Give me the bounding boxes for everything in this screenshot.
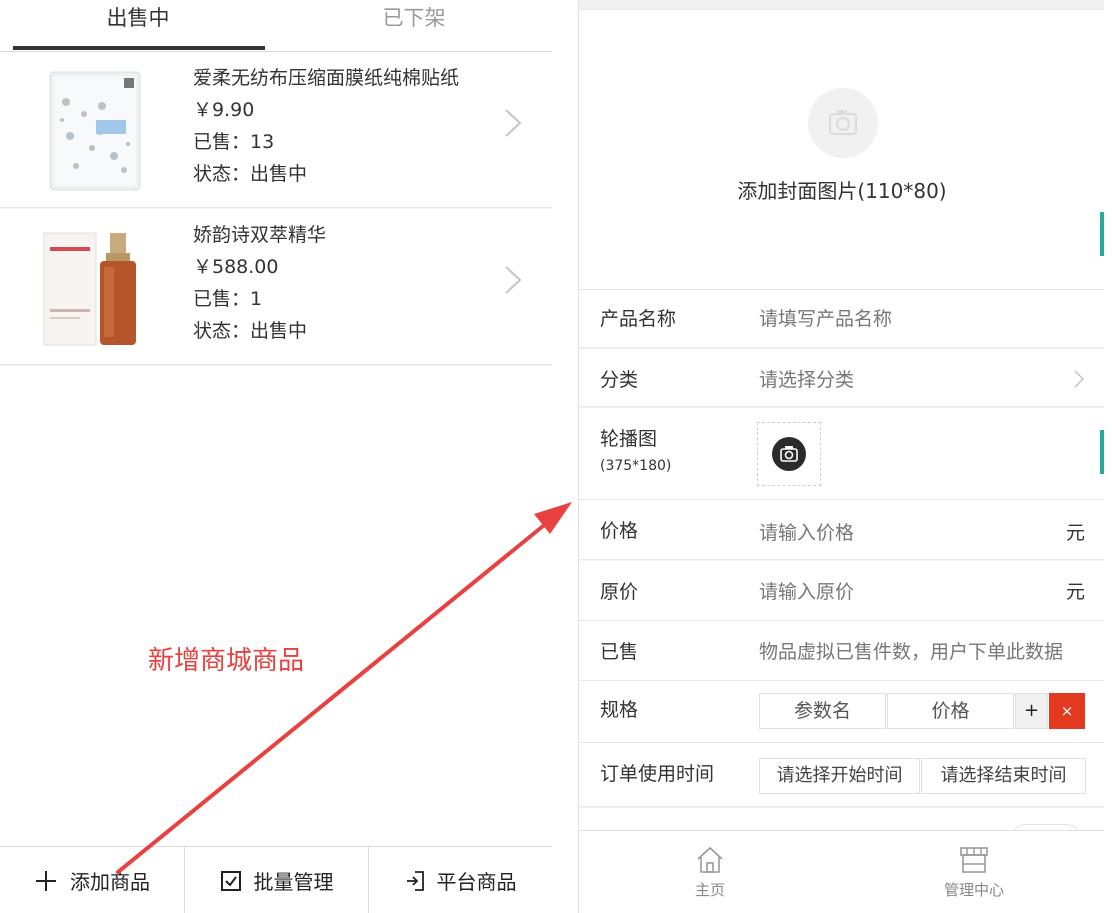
annotation-label: 新增商城商品 <box>148 646 305 676</box>
store-icon <box>960 847 988 873</box>
original-price-row: 原价 请输入原价 元 <box>579 561 1104 621</box>
add-product-form-screen: 添加封面图片(110*80) 产品名称 请填写产品名称 分类 请选择分类 轮播图… <box>578 0 1104 913</box>
product-status: 状态：出售中 <box>193 163 308 185</box>
carousel-upload-button[interactable] <box>757 422 821 486</box>
product-name-label: 产品名称 <box>600 308 677 330</box>
product-price: ￥9.90 <box>193 99 255 121</box>
tab-off-shelf[interactable]: 已下架 <box>276 0 552 50</box>
product-info: 爱柔无纺布压缩面膜纸纯棉贴纸 ￥9.90 已售：13 状态：出售中 <box>193 62 498 190</box>
price-label: 价格 <box>600 520 639 542</box>
carousel-label: 轮播图 <box>600 428 658 450</box>
login-icon <box>406 870 424 891</box>
spec-name-input[interactable]: 参数名 <box>759 693 886 729</box>
product-name-row: 产品名称 请填写产品名称 <box>579 290 1104 348</box>
order-time-row: 订单使用时间 请选择开始时间 请选择结束时间 <box>579 743 1104 807</box>
add-spec-button[interactable]: + <box>1015 693 1048 729</box>
sold-label: 已售 <box>600 641 639 663</box>
product-list-screen: 出售中 已下架 爱柔无纺布压缩面膜纸纯棉贴纸 ￥9.90 已售：13 状态：出售… <box>0 0 552 913</box>
add-product-button[interactable]: 添加商品 <box>0 847 184 913</box>
product-item[interactable]: 娇韵诗双萃精华 ￥588.00 已售：1 状态：出售中 <box>0 209 552 365</box>
spec-label: 规格 <box>600 699 639 721</box>
platform-products-label: 平台商品 <box>436 870 517 894</box>
active-tab-indicator <box>13 46 265 50</box>
chevron-right-icon <box>1074 370 1085 388</box>
edge-marker <box>1100 212 1104 256</box>
edge-marker <box>1100 430 1104 474</box>
order-time-label: 订单使用时间 <box>600 763 715 785</box>
chevron-right-icon <box>505 109 522 137</box>
original-price-input[interactable]: 请输入原价 <box>759 577 854 604</box>
home-tab-label: 主页 <box>694 881 725 899</box>
bottom-tab-bar: 主页 管理中心 <box>579 830 1104 913</box>
cover-camera-placeholder <box>808 88 878 158</box>
product-price: ￥588.00 <box>193 256 279 278</box>
product-thumbnail <box>49 71 141 191</box>
category-select[interactable]: 请选择分类 <box>759 365 854 392</box>
spec-price-input[interactable]: 价格 <box>887 693 1014 729</box>
carousel-row: 轮播图 (375*180) <box>579 408 1104 500</box>
checkbox-icon <box>220 870 241 891</box>
product-sold: 已售：1 <box>193 288 263 310</box>
sold-input[interactable]: 物品虚拟已售件数，用户下单此数据 <box>759 637 1063 664</box>
chevron-right-icon <box>505 266 522 294</box>
carousel-size-hint: (375*180) <box>600 458 672 474</box>
add-product-label: 添加商品 <box>70 870 150 894</box>
end-time-picker[interactable]: 请选择结束时间 <box>921 758 1086 794</box>
original-price-label: 原价 <box>600 581 639 603</box>
camera-icon <box>772 437 806 471</box>
home-icon <box>697 846 723 873</box>
product-sold: 已售：13 <box>193 131 275 153</box>
product-name: 爱柔无纺布压缩面膜纸纯棉贴纸 <box>193 67 460 89</box>
product-status: 状态：出售中 <box>193 320 308 342</box>
management-tab-label: 管理中心 <box>943 881 1004 899</box>
start-time-picker[interactable]: 请选择开始时间 <box>759 758 920 794</box>
cover-image-uploader[interactable]: 添加封面图片(110*80) <box>579 10 1104 290</box>
product-info: 娇韵诗双萃精华 ￥588.00 已售：1 状态：出售中 <box>193 219 498 347</box>
original-price-unit: 元 <box>1065 581 1085 603</box>
remove-spec-button[interactable]: × <box>1049 693 1085 729</box>
price-unit: 元 <box>1065 522 1085 544</box>
plus-icon <box>36 870 56 891</box>
category-row[interactable]: 分类 请选择分类 <box>579 349 1104 407</box>
product-name: 娇韵诗双萃精华 <box>193 224 327 246</box>
product-item[interactable]: 爱柔无纺布压缩面膜纸纯棉贴纸 ￥9.90 已售：13 状态：出售中 <box>0 52 552 208</box>
price-input[interactable]: 请输入价格 <box>759 518 854 545</box>
batch-manage-label: 批量管理 <box>253 870 334 894</box>
tab-on-sale[interactable]: 出售中 <box>0 0 276 50</box>
bottom-action-bar: 添加商品 批量管理 平台商品 <box>0 846 552 913</box>
cover-image-label: 添加封面图片(110*80) <box>737 179 947 203</box>
category-label: 分类 <box>600 369 639 391</box>
platform-products-button[interactable]: 平台商品 <box>368 847 552 913</box>
tab-management-center[interactable]: 管理中心 <box>907 831 1041 913</box>
batch-manage-button[interactable]: 批量管理 <box>184 847 368 913</box>
price-row: 价格 请输入价格 元 <box>579 500 1104 560</box>
tab-home[interactable]: 主页 <box>643 831 777 913</box>
product-thumbnail <box>43 232 136 346</box>
spec-row: 规格 参数名 价格 + × <box>579 681 1104 743</box>
status-tabs: 出售中 已下架 <box>0 0 552 52</box>
list-empty-area <box>0 366 552 846</box>
top-strip <box>579 0 1104 10</box>
camera-icon <box>829 110 857 135</box>
sold-row: 已售 物品虚拟已售件数，用户下单此数据 <box>579 621 1104 681</box>
product-name-input[interactable]: 请填写产品名称 <box>759 304 892 331</box>
